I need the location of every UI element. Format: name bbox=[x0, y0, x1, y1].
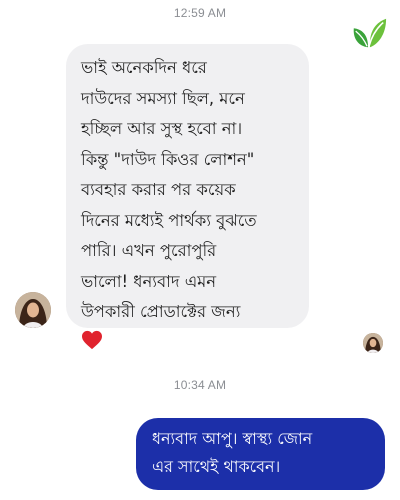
timestamp: 12:59 AM bbox=[173, 6, 227, 20]
contact-avatar[interactable] bbox=[15, 292, 51, 328]
incoming-message-bubble[interactable]: ভাই অনেকদিন ধরে দাউদের সমস্যা ছিল, মনে হ… bbox=[66, 44, 309, 349]
red-heart-icon bbox=[82, 330, 102, 349]
seen-avatar bbox=[363, 333, 383, 353]
outgoing-message-bubble[interactable]: ধন্যবাদ আপু। স্বাস্থ্য জোন এর সাথেই থাকব… bbox=[136, 418, 385, 490]
leaf-logo-icon bbox=[353, 18, 387, 48]
outgoing-message-text: ধন্যবাদ আপু। স্বাস্থ্য জোন এর সাথেই থাকব… bbox=[152, 429, 313, 476]
avatar-image bbox=[15, 292, 51, 328]
incoming-message-text: ভাই অনেকদিন ধরে দাউদের সমস্যা ছিল, মনে হ… bbox=[81, 58, 257, 321]
seen-avatar-image bbox=[363, 333, 383, 353]
timestamp: 10:34 AM bbox=[173, 378, 227, 392]
